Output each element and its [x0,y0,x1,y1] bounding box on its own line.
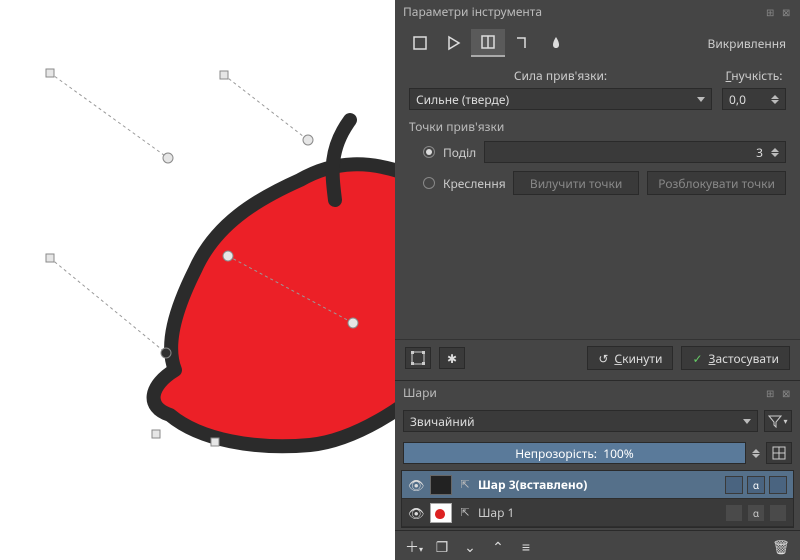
radio-checked-icon [423,146,435,158]
blend-mode-combo[interactable]: Звичайний [403,410,758,432]
chevron-up-icon[interactable] [752,449,760,453]
chevron-down-icon [743,419,751,424]
apply-button-label: Застосувати [709,350,780,367]
binding-strength-label: Сила прив'язки: [409,67,712,84]
move-layer-up-button[interactable]: ⌃ [489,538,507,557]
layer-extra-icon[interactable] [769,476,787,494]
deform-active-tab-label: Викривлення [708,35,792,52]
deform-tab-3[interactable] [471,29,505,57]
opacity-label: Непрозорість: [515,445,597,462]
binding-strength-combo[interactable]: Сильне (тверде) [409,88,712,110]
opacity-spin-buttons[interactable] [752,449,760,458]
artwork-svg [0,0,410,560]
draw-radio-row[interactable]: Креслення Вилучити точки Розблокувати то… [423,171,786,195]
canvas[interactable] [0,0,404,560]
panel-close-icon[interactable]: ⊠ [782,7,792,17]
panel-menu-icon[interactable]: ⊞ [766,388,776,398]
opacity-value: 100% [603,445,634,462]
panel-menu-icon[interactable]: ⊞ [766,7,776,17]
layer-name[interactable]: Шар 1 [478,504,719,521]
aux-icon: ✱ [447,350,457,367]
grid-icon [772,446,786,460]
deform-tab-2[interactable] [437,29,471,57]
layer-extra-icon[interactable] [769,504,787,522]
split-icon [480,34,496,50]
chevron-down-icon[interactable] [752,454,760,458]
visibility-toggle[interactable]: 👁 [408,504,424,522]
play-icon [446,35,462,51]
layer-lock-icon[interactable] [725,476,743,494]
deform-tab-4[interactable] [505,29,539,57]
apple-shape [154,164,410,446]
layers-title-bar: Шари ⊞ ⊠ [395,381,800,404]
tool-options-title: Параметри інструмента [403,3,542,20]
opacity-slider[interactable]: Непрозорість: 100% [403,442,746,464]
visibility-toggle[interactable]: 👁 [408,476,424,494]
layer-name[interactable]: Шар 3(вставлено) [478,476,719,493]
bounds-icon [411,351,425,365]
layer-lock-icon[interactable] [725,504,743,522]
radio-unchecked-icon [423,177,435,189]
add-layer-button[interactable]: ＋▾ [405,537,423,557]
opacity-extra-button[interactable] [766,442,792,464]
layer-properties-button[interactable]: ≡ [517,538,535,557]
deform-tab-5[interactable] [539,29,573,57]
chevron-up-icon[interactable] [771,148,779,152]
apply-icon: ✓ [692,350,702,367]
layer-thumbnail[interactable] [430,475,452,495]
layer-link-icon[interactable]: ⇱ [458,477,472,492]
corner-icon [514,35,530,51]
move-layer-down-button[interactable]: ⌄ [461,538,479,557]
tool-options-footer: ✱ ↺ Скинути ✓ Застосувати [395,339,800,376]
flex-label: Гнучкість: [722,67,786,84]
layers-title: Шари [403,384,437,401]
chevron-up-icon[interactable] [771,95,779,99]
reset-icon: ↺ [598,350,608,367]
layer-thumbnail[interactable] [430,503,452,523]
chevron-down-icon [697,97,705,102]
subdiv-radio-label: Поділ [443,144,476,161]
chevron-down-icon[interactable] [771,100,779,104]
flex-spinbox[interactable]: 0,0 [722,88,786,110]
drop-icon [548,35,564,51]
anchors-section-label: Точки прив'язки [409,118,786,135]
flex-value: 0,0 [729,91,746,108]
tool-options-title-bar: Параметри інструмента ⊞ ⊠ [395,0,800,23]
reset-button[interactable]: ↺ Скинути [587,346,673,370]
binding-strength-value: Сильне (тверде) [416,91,509,108]
chevron-down-icon[interactable] [771,153,779,157]
layer-row[interactable]: 👁 ⇱ Шар 3(вставлено) α [402,471,793,499]
apply-button[interactable]: ✓ Застосувати [681,346,790,370]
deform-mode-tabs: Викривлення [395,23,800,57]
transform-bounds-button[interactable] [405,347,431,369]
blend-mode-value: Звичайний [410,413,475,430]
layers-footer: ＋▾ ❐ ⌄ ⌃ ≡ 🗑 [395,530,800,560]
deform-tab-1[interactable] [403,29,437,57]
delete-layer-button[interactable]: 🗑 [772,538,790,557]
remove-points-button: Вилучити точки [513,171,639,195]
layer-list: 👁 ⇱ Шар 3(вставлено) α 👁 ⇱ Шар 1 [401,470,794,528]
subdiv-value: 3 [756,144,763,161]
draw-radio-label: Креслення [443,175,505,192]
layer-filter-button[interactable]: ▾ [764,410,792,432]
subdiv-spinbox[interactable]: 3 [484,141,786,163]
deform-handle-active[interactable] [161,348,171,358]
square-icon [412,35,428,51]
layers-panel: Шари ⊞ ⊠ Звичайний ▾ Непрозорість: [395,381,800,560]
transform-aux-button[interactable]: ✱ [439,347,465,369]
layer-link-icon[interactable]: ⇱ [458,505,472,520]
funnel-icon [768,414,782,428]
duplicate-layer-button[interactable]: ❐ [433,538,451,557]
unlock-points-button: Розблокувати точки [647,171,786,195]
layer-row[interactable]: 👁 ⇱ Шар 1 α [402,499,793,527]
panel-close-icon[interactable]: ⊠ [782,388,792,398]
subdiv-radio-row[interactable]: Поділ 3 [423,141,786,163]
layer-alpha-icon[interactable]: α [747,504,765,522]
reset-button-label: Скинути [614,350,662,367]
tool-options-panel: Параметри інструмента ⊞ ⊠ [395,0,800,381]
chevron-down-icon: ▾ [783,416,787,427]
layer-alpha-icon[interactable]: α [747,476,765,494]
